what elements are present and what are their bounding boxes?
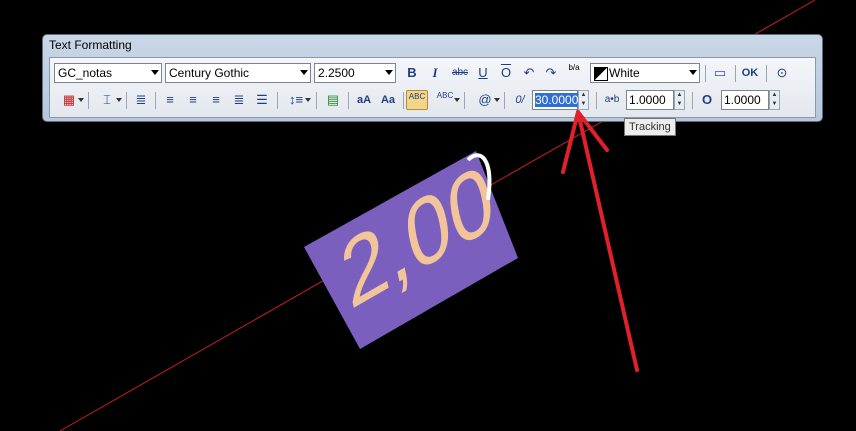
annotation-arrow (561, 110, 639, 372)
